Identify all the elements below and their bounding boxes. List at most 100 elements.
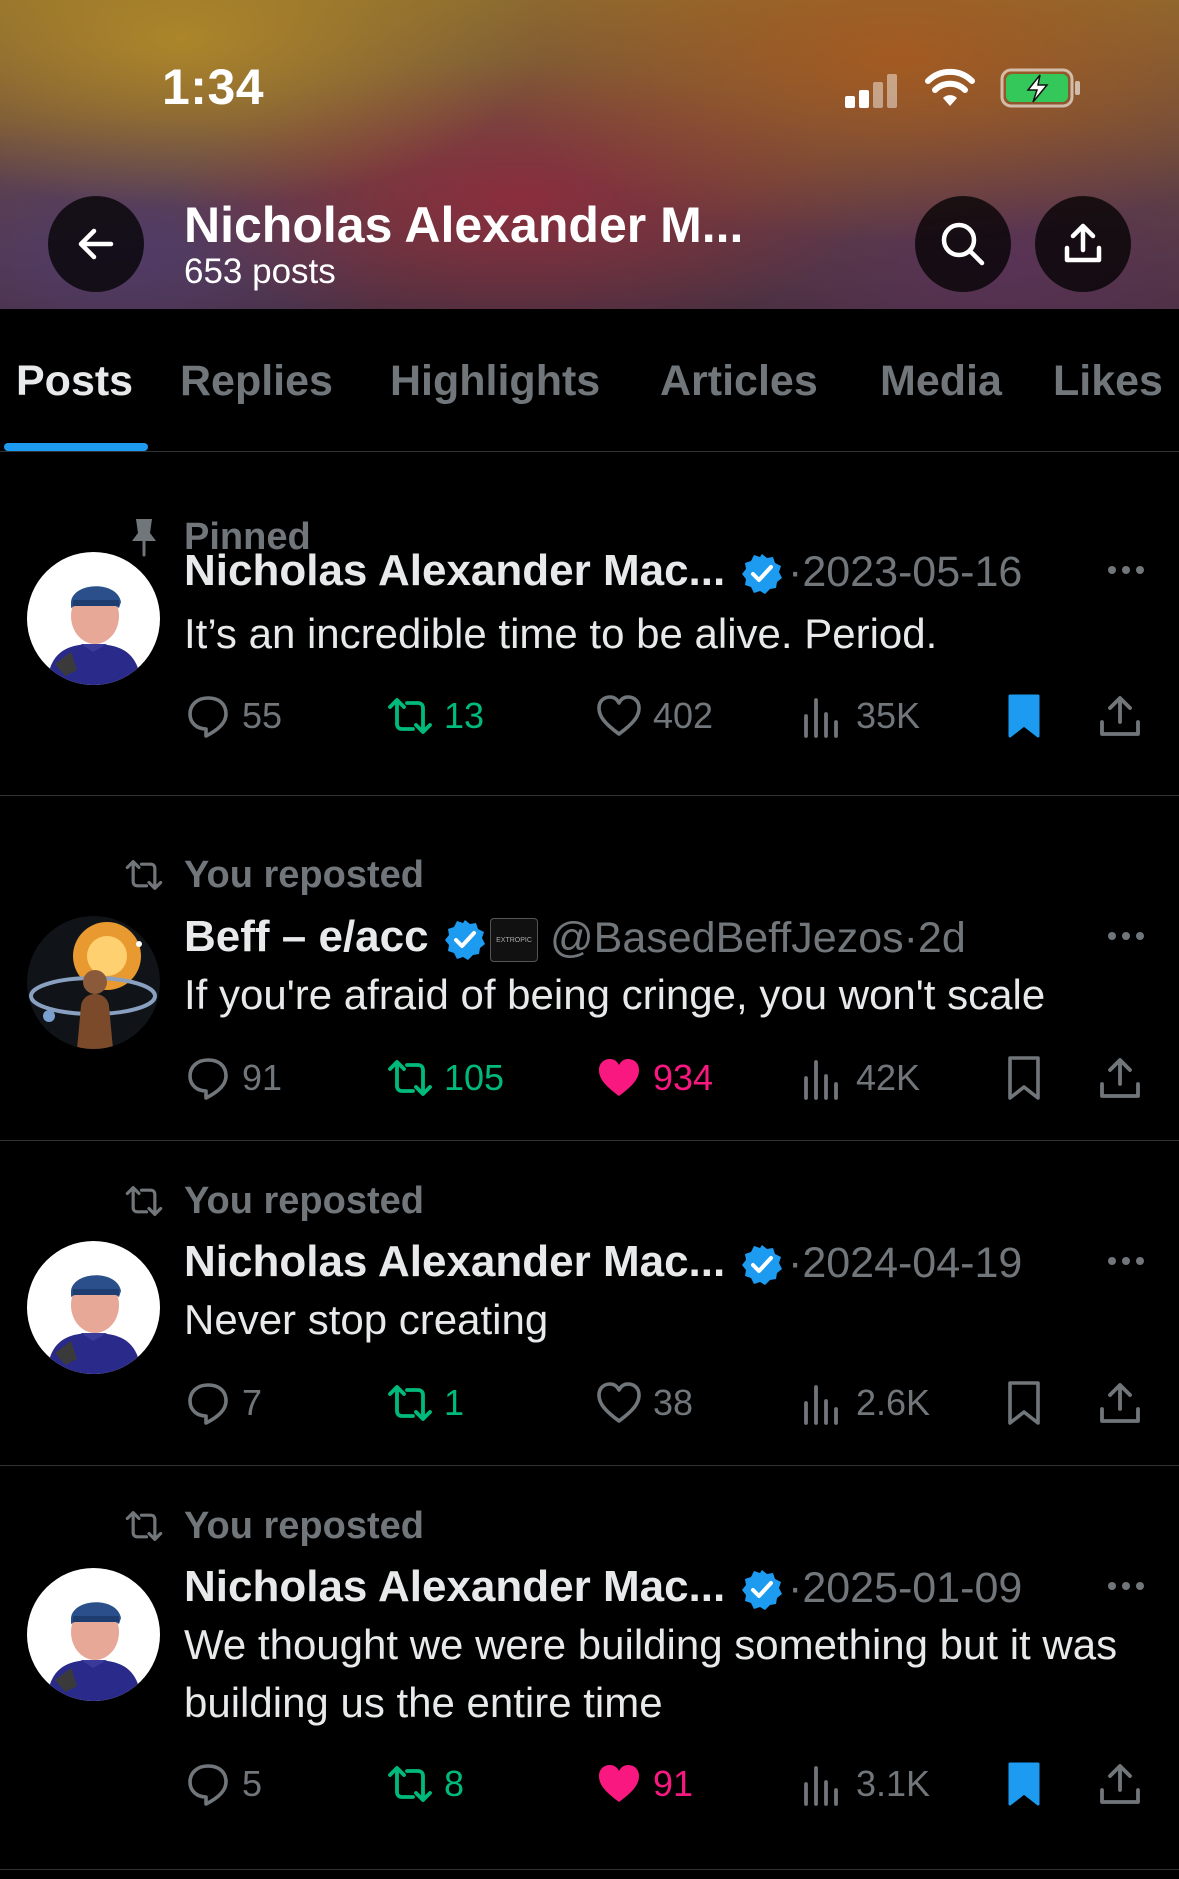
views-button[interactable]: 42K xyxy=(798,1050,920,1106)
reply-icon xyxy=(184,1379,232,1427)
post-header: Nicholas Alexander Mac... ·2024-04-19 xyxy=(184,1237,1144,1293)
post-header: Nicholas Alexander Mac... ·2023-05-16 xyxy=(184,546,1144,602)
avatar[interactable] xyxy=(27,1241,160,1374)
views-button[interactable]: 2.6K xyxy=(798,1375,930,1431)
post-context: You reposted xyxy=(120,1176,424,1226)
bookmark-button[interactable] xyxy=(1000,1375,1048,1431)
author-name[interactable]: Nicholas Alexander Mac... xyxy=(184,1237,725,1287)
like-button[interactable]: 402 xyxy=(595,688,713,744)
share-button[interactable] xyxy=(1096,1756,1144,1812)
tab-media[interactable]: Media xyxy=(880,357,1002,406)
verified-badge-icon xyxy=(443,918,487,962)
like-count: 934 xyxy=(653,1057,714,1098)
post-header: Nicholas Alexander Mac... ·2025-01-09 xyxy=(184,1562,1144,1618)
post-count: 653 posts xyxy=(184,252,336,291)
post-text: Never stop creating xyxy=(184,1296,549,1343)
tab-likes[interactable]: Likes xyxy=(1053,357,1163,406)
bookmark-button[interactable] xyxy=(1000,1050,1048,1106)
views-icon xyxy=(798,1760,846,1808)
heart-filled-icon xyxy=(595,1054,643,1102)
repost-button[interactable]: 13 xyxy=(386,688,484,744)
like-button[interactable]: 934 xyxy=(595,1050,713,1106)
profile-name: Nicholas Alexander M... xyxy=(184,197,744,253)
avatar[interactable] xyxy=(27,916,160,1049)
bookmark-filled-icon xyxy=(1000,1760,1048,1808)
share-profile-button[interactable] xyxy=(1035,196,1131,292)
share-button[interactable] xyxy=(1096,688,1144,744)
views-button[interactable]: 35K xyxy=(798,688,920,744)
post-meta: ·2024-04-19 xyxy=(788,1239,1023,1287)
reply-button[interactable]: 5 xyxy=(184,1756,262,1812)
post-card[interactable]: You reposted Nicholas Alexander Mac... ·… xyxy=(0,1141,1179,1466)
post-card[interactable]: Pinned Nicholas Alexander Mac... ·2023-0… xyxy=(0,452,1179,796)
repost-button[interactable]: 1 xyxy=(386,1375,464,1431)
post-context: You reposted xyxy=(120,850,424,900)
repost-button[interactable]: 105 xyxy=(386,1050,504,1106)
repost-icon xyxy=(120,855,168,895)
share-icon xyxy=(1096,1379,1144,1427)
repost-icon xyxy=(386,1760,434,1808)
share-icon xyxy=(1096,692,1144,740)
post-header: Beff – e/acc EXTROPIC @BasedBeffJezos·2d xyxy=(184,912,1144,968)
view-count: 42K xyxy=(856,1057,921,1098)
bookmark-button[interactable] xyxy=(1000,1756,1048,1812)
tab-articles[interactable]: Articles xyxy=(660,357,818,406)
post-meta: @BasedBeffJezos·2d xyxy=(550,914,966,962)
more-options-icon[interactable] xyxy=(1102,546,1150,594)
post-card[interactable]: You reposted Beff – e/acc EXTROPIC @Base… xyxy=(0,796,1179,1141)
like-button[interactable]: 38 xyxy=(595,1375,693,1431)
post-actions: 91 105 934 42K xyxy=(184,1050,1164,1106)
author-name[interactable]: Nicholas Alexander Mac... xyxy=(184,546,725,596)
more-options-icon[interactable] xyxy=(1102,1237,1150,1285)
repost-button[interactable]: 8 xyxy=(386,1756,464,1812)
like-count: 402 xyxy=(653,695,714,736)
tab-posts[interactable]: Posts xyxy=(16,357,133,406)
view-count: 35K xyxy=(856,695,921,736)
post-context: Pinned xyxy=(120,512,311,562)
tab-highlights[interactable]: Highlights xyxy=(390,357,600,406)
status-time: 1:34 xyxy=(162,59,265,115)
bookmark-button[interactable] xyxy=(1000,688,1048,744)
view-count: 3.1K xyxy=(856,1763,931,1804)
context-label: You reposted xyxy=(184,1179,424,1222)
wifi-icon xyxy=(925,68,975,106)
share-icon xyxy=(1096,1054,1144,1102)
reply-icon xyxy=(184,692,232,740)
reply-button[interactable]: 91 xyxy=(184,1050,282,1106)
context-label: You reposted xyxy=(184,853,424,896)
bookmark-icon xyxy=(1000,1054,1048,1102)
back-button[interactable] xyxy=(48,196,144,292)
post-actions: 7 1 38 2.6K xyxy=(184,1375,1164,1431)
more-options-icon[interactable] xyxy=(1102,912,1150,960)
like-button[interactable]: 91 xyxy=(595,1756,693,1812)
pin-icon xyxy=(120,517,168,557)
author-name[interactable]: Beff – e/acc xyxy=(184,912,429,962)
more-options-icon[interactable] xyxy=(1102,1562,1150,1610)
post-card[interactable]: You reposted Nicholas Alexander Mac... ·… xyxy=(0,1466,1179,1870)
bookmark-icon xyxy=(1000,1379,1048,1427)
search-button[interactable] xyxy=(915,196,1011,292)
share-icon xyxy=(1096,1760,1144,1808)
share-button[interactable] xyxy=(1096,1050,1144,1106)
repost-icon xyxy=(386,692,434,740)
repost-icon xyxy=(120,1181,168,1221)
views-icon xyxy=(798,1054,846,1102)
reply-button[interactable]: 7 xyxy=(184,1375,262,1431)
arrow-left-icon xyxy=(78,228,114,260)
repost-count: 1 xyxy=(444,1382,465,1423)
tab-replies[interactable]: Replies xyxy=(180,357,333,406)
bookmark-filled-icon xyxy=(1000,692,1048,740)
reply-count: 55 xyxy=(242,695,283,736)
post-text: We thought we were building something bu… xyxy=(184,1621,1118,1726)
avatar[interactable] xyxy=(27,1568,160,1701)
reply-icon xyxy=(184,1760,232,1808)
author-name[interactable]: Nicholas Alexander Mac... xyxy=(184,1562,725,1612)
repost-icon xyxy=(386,1054,434,1102)
views-button[interactable]: 3.1K xyxy=(798,1756,930,1812)
reply-button[interactable]: 55 xyxy=(184,688,282,744)
search-icon xyxy=(941,222,985,266)
share-button[interactable] xyxy=(1096,1375,1144,1431)
post-context: You reposted xyxy=(120,1501,424,1551)
avatar[interactable] xyxy=(27,552,160,685)
post-text: It’s an incredible time to be alive. Per… xyxy=(184,610,938,657)
